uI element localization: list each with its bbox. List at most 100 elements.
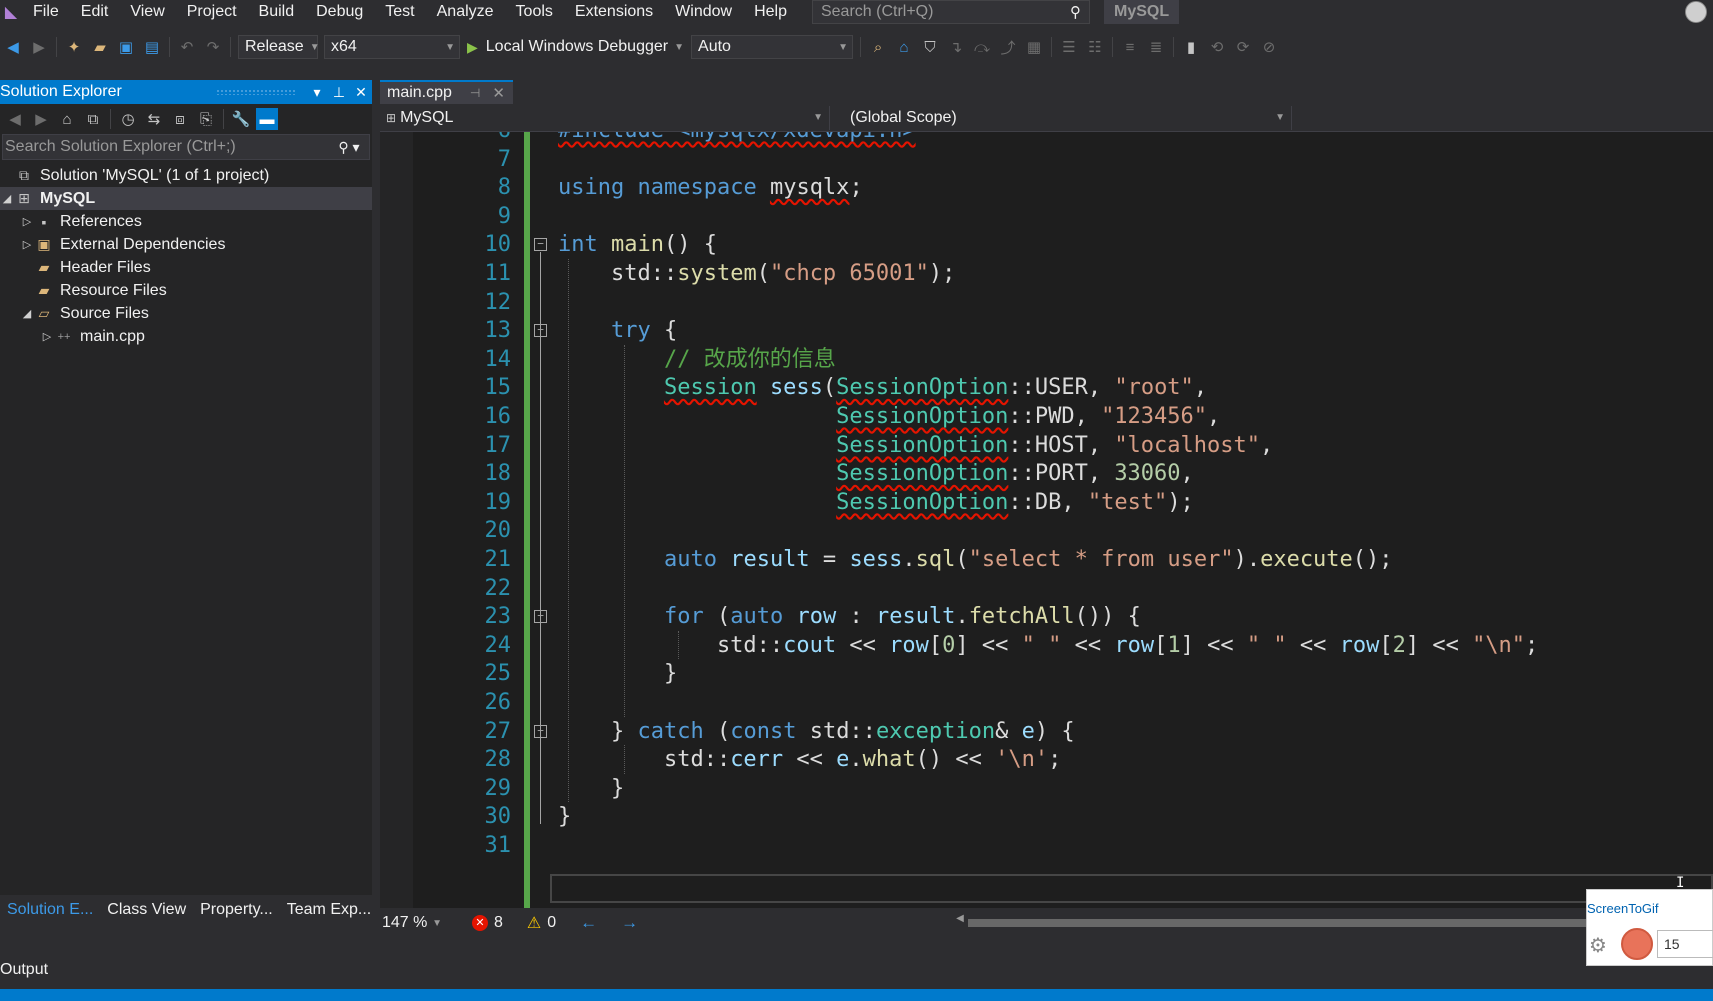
next-bookmark-icon[interactable]: ⟳ — [1232, 36, 1254, 58]
tree-item[interactable]: ◢ ⊞ MySQL — [0, 187, 372, 210]
solution-configuration-select[interactable]: Release ▼ — [238, 35, 320, 59]
close-icon[interactable]: ✕ — [350, 84, 372, 101]
comment-lines-icon[interactable]: ≡ — [1119, 36, 1141, 58]
browser-link-icon[interactable]: ⌂ — [893, 36, 915, 58]
debug-target-select[interactable]: Auto ▼ — [691, 35, 854, 59]
code-line[interactable]: std::cout << row[0] << " " << row[1] << … — [558, 631, 1538, 660]
save-all-icon[interactable]: ▤ — [141, 36, 163, 58]
menu-tools[interactable]: Tools — [505, 0, 564, 24]
tool-window-tab[interactable]: Solution E... — [0, 901, 100, 919]
start-debugging-button[interactable]: ▶ Local Windows Debugger ▼ — [463, 35, 688, 59]
pin-tab-icon[interactable]: ⊣ — [470, 86, 480, 100]
solution-explorer-search-input[interactable]: Search Solution Explorer (Ctrl+;) ⚲ ▾ — [2, 134, 370, 160]
menu-window[interactable]: Window — [664, 0, 743, 24]
code-line[interactable]: int main() { — [558, 230, 717, 259]
menu-extensions[interactable]: Extensions — [564, 0, 664, 24]
expanded-arrow-icon[interactable]: ◢ — [20, 307, 34, 320]
uncomment-lines-icon[interactable]: ≣ — [1145, 36, 1167, 58]
tree-item[interactable]: ▷ ▪ References — [0, 210, 372, 233]
tree-item[interactable]: ▷ ▣ External Dependencies — [0, 233, 372, 256]
menu-view[interactable]: View — [119, 0, 175, 24]
properties-wrench-icon[interactable]: 🔧 — [230, 108, 252, 130]
output-window-tab[interactable]: Output — [0, 958, 48, 982]
solution-platform-select[interactable]: x64 ▼ — [324, 35, 460, 59]
tree-item[interactable]: ◢ ▱ Source Files — [0, 302, 372, 325]
code-line[interactable]: SessionOption::DB, "test"); — [558, 488, 1194, 517]
code-line[interactable]: } catch (const std::exception& e) { — [558, 717, 1075, 746]
code-line[interactable]: auto result = sess.sql("select * from us… — [558, 545, 1393, 574]
previous-issue-icon[interactable]: ← — [580, 913, 597, 933]
previous-bookmark-icon[interactable]: ⟲ — [1206, 36, 1228, 58]
tool-window-tab[interactable]: Class View — [100, 901, 193, 919]
code-line[interactable]: } — [558, 659, 677, 688]
breakpoints-icon[interactable]: ▦ — [1023, 36, 1045, 58]
tree-item[interactable]: ▷ ++ main.cpp — [0, 325, 372, 348]
menu-build[interactable]: Build — [248, 0, 306, 24]
menu-debug[interactable]: Debug — [305, 0, 374, 24]
sync-active-document-icon[interactable]: ⇆ — [143, 108, 165, 130]
code-line[interactable]: SessionOption::PORT, 33060, — [558, 459, 1194, 488]
scope-navigation-dropdown[interactable]: (Global Scope) ▼ — [830, 105, 1292, 130]
pending-changes-filter-icon[interactable]: ◷ — [117, 108, 139, 130]
code-line[interactable]: SessionOption::PWD, "123456", — [558, 402, 1220, 431]
zoom-level-select[interactable]: 147 % ▼ — [380, 912, 446, 934]
home-icon[interactable]: ⌂ — [56, 108, 78, 130]
tool-window-tab[interactable]: Property... — [193, 901, 280, 919]
navigate-forward-icon[interactable]: ▶ — [28, 36, 50, 58]
close-tab-icon[interactable]: ✕ — [492, 84, 505, 102]
project-navigation-dropdown[interactable]: ⊞ MySQL ▼ — [380, 105, 830, 130]
tool-window-tab[interactable]: Team Exp... — [280, 901, 378, 919]
step-out-icon[interactable]: ⤴ — [997, 36, 1019, 58]
menu-file[interactable]: File — [22, 0, 70, 24]
clear-bookmarks-icon[interactable]: ⊘ — [1258, 36, 1280, 58]
quick-launch-search[interactable]: Search (Ctrl+Q) ⚲ — [811, 0, 1090, 24]
code-line[interactable]: using namespace mysqlx; — [558, 173, 863, 202]
code-line[interactable]: std::cerr << e.what() << '\n'; — [558, 745, 1061, 774]
menu-analyze[interactable]: Analyze — [426, 0, 505, 24]
show-all-files-icon[interactable]: ⎘ — [195, 108, 217, 130]
gear-icon[interactable]: ⚙ — [1589, 933, 1607, 958]
code-text[interactable]: #include <mysqlx/xdevapi.h> using namespa… — [558, 132, 1713, 908]
titlebar-grip[interactable] — [216, 89, 296, 95]
tree-item[interactable]: ⧉ Solution 'MySQL' (1 of 1 project) — [0, 164, 372, 187]
warnings-indicator[interactable]: ⚠ 0 — [527, 913, 556, 933]
errors-indicator[interactable]: ✕ 8 — [472, 914, 503, 932]
horizontal-scrollbar[interactable]: ◀ — [638, 908, 1713, 938]
new-project-icon[interactable]: ✦ — [63, 36, 85, 58]
menu-edit[interactable]: Edit — [70, 0, 120, 24]
code-line[interactable]: for (auto row : result.fetchAll()) { — [558, 602, 1141, 631]
scroll-left-icon[interactable]: ◀ — [956, 913, 964, 924]
open-file-icon[interactable]: ▰ — [89, 36, 111, 58]
record-button[interactable] — [1621, 928, 1653, 960]
code-line[interactable]: } — [558, 802, 571, 831]
tree-item[interactable]: ▰ Header Files — [0, 256, 372, 279]
find-in-files-icon[interactable]: ⌕ — [867, 36, 889, 58]
tree-item[interactable]: ▰ Resource Files — [0, 279, 372, 302]
pin-icon[interactable]: ⊥ — [328, 84, 350, 101]
code-line[interactable]: try { — [558, 316, 677, 345]
collapsed-arrow-icon[interactable]: ▷ — [40, 330, 54, 343]
back-icon[interactable]: ◀ — [4, 108, 26, 130]
align-left-icon[interactable]: ☰ — [1058, 36, 1080, 58]
collapse-block-icon[interactable]: − — [534, 238, 547, 252]
align-right-icon[interactable]: ☷ — [1084, 36, 1106, 58]
bookmark-icon[interactable]: ▮ — [1180, 36, 1202, 58]
collapse-all-icon[interactable]: ⧈ — [169, 108, 191, 130]
collapsed-arrow-icon[interactable]: ▷ — [20, 238, 34, 251]
preview-selected-items-icon[interactable]: ▬ — [256, 108, 278, 130]
document-tab-main-cpp[interactable]: main.cpp ⊣ ✕ — [380, 80, 513, 104]
navigate-back-icon[interactable]: ◀ — [2, 36, 24, 58]
redo-icon[interactable]: ↷ — [202, 36, 224, 58]
expanded-arrow-icon[interactable]: ◢ — [0, 192, 14, 205]
code-view[interactable]: 67 89 10 11 12 1314 15 16 17 1819 20 21 22 2324 25 26 27… — [380, 132, 1713, 908]
save-icon[interactable]: ▣ — [115, 36, 137, 58]
undo-icon[interactable]: ↶ — [176, 36, 198, 58]
menu-help[interactable]: Help — [743, 0, 798, 24]
step-into-icon[interactable]: ↴ — [945, 36, 967, 58]
switch-views-icon[interactable]: ⧉ — [82, 108, 104, 130]
filter-icon[interactable]: ⛉ — [919, 36, 941, 58]
forward-icon[interactable]: ▶ — [30, 108, 52, 130]
menu-project[interactable]: Project — [176, 0, 248, 24]
user-avatar-icon[interactable] — [1685, 1, 1707, 23]
step-over-icon[interactable]: ⤼ — [971, 36, 993, 58]
